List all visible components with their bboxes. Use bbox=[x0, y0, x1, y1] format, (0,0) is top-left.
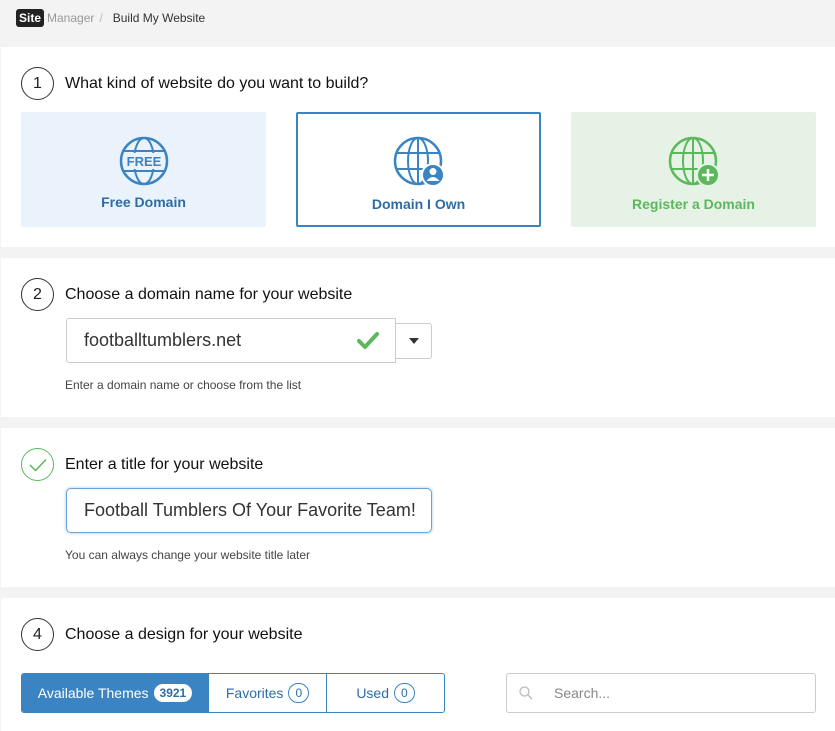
step-header: 4 Choose a design for your website bbox=[21, 618, 302, 651]
free-domain-option[interactable]: FREE Free Domain bbox=[21, 112, 266, 227]
theme-search-input[interactable]: Search... bbox=[506, 673, 816, 713]
theme-tabs: Available Themes 3921 Favorites 0 Used 0 bbox=[21, 673, 445, 713]
breadcrumb: Site Manager / Build My Website bbox=[16, 8, 205, 28]
globe-user-icon bbox=[393, 136, 445, 187]
site-logo[interactable]: Site bbox=[16, 9, 45, 27]
count-badge: 0 bbox=[394, 683, 415, 703]
tab-label: Used bbox=[356, 685, 389, 701]
domain-hint: Enter a domain name or choose from the l… bbox=[65, 378, 302, 392]
globe-plus-icon bbox=[668, 136, 720, 187]
domain-combobox: footballtumblers.net bbox=[66, 318, 432, 363]
domain-dropdown-button[interactable] bbox=[396, 323, 432, 359]
free-globe-icon: FREE bbox=[119, 136, 168, 186]
step-website-title: Enter a title for your website Football … bbox=[1, 428, 835, 587]
search-placeholder: Search... bbox=[554, 685, 611, 701]
title-hint: You can always change your website title… bbox=[65, 548, 311, 562]
step-title: What kind of website do you want to buil… bbox=[65, 74, 369, 92]
count-badge: 0 bbox=[288, 683, 310, 703]
tab-favorites[interactable]: Favorites 0 bbox=[209, 674, 327, 712]
step-number: 1 bbox=[21, 67, 54, 100]
domain-input[interactable]: footballtumblers.net bbox=[66, 318, 396, 363]
step-header: Enter a title for your website bbox=[21, 448, 263, 481]
step-number: 4 bbox=[21, 618, 54, 651]
step-title: Choose a design for your website bbox=[65, 625, 303, 643]
domain-i-own-option[interactable]: Domain I Own bbox=[296, 112, 541, 227]
step-header: 1 What kind of website do you want to bu… bbox=[21, 67, 368, 100]
domain-value: footballtumblers.net bbox=[84, 330, 242, 350]
step-design: 4 Choose a design for your website Avail… bbox=[1, 598, 835, 731]
tab-label: Favorites bbox=[225, 685, 284, 701]
count-badge: 3921 bbox=[153, 684, 193, 702]
svg-text:FREE: FREE bbox=[126, 154, 161, 169]
step-header: 2 Choose a domain name for your website bbox=[21, 278, 352, 311]
step-website-type: 1 What kind of website do you want to bu… bbox=[1, 47, 835, 247]
free-domain-label: Free Domain bbox=[101, 194, 186, 210]
tab-used[interactable]: Used 0 bbox=[327, 674, 444, 712]
step-title: Enter a title for your website bbox=[65, 455, 264, 473]
check-icon bbox=[357, 331, 379, 349]
domain-i-own-label: Domain I Own bbox=[371, 196, 466, 212]
step-domain-name: 2 Choose a domain name for your website … bbox=[1, 258, 835, 417]
caret-down-icon bbox=[408, 338, 419, 344]
checkmark-icon bbox=[28, 458, 47, 472]
search-icon bbox=[519, 686, 533, 700]
website-title-value: Football Tumblers Of Your Favorite Team! bbox=[84, 500, 416, 520]
step-complete-check bbox=[21, 448, 54, 481]
register-domain-option[interactable]: Register a Domain bbox=[571, 112, 816, 227]
manager-logo-text[interactable]: Manager bbox=[47, 11, 94, 25]
register-domain-label: Register a Domain bbox=[632, 196, 755, 212]
website-title-input[interactable]: Football Tumblers Of Your Favorite Team! bbox=[66, 488, 432, 533]
step-title: Choose a domain name for your website bbox=[65, 285, 353, 303]
breadcrumb-separator: / bbox=[99, 11, 103, 25]
tab-label: Available Themes bbox=[37, 685, 149, 701]
step-number: 2 bbox=[21, 278, 54, 311]
tab-available-themes[interactable]: Available Themes 3921 bbox=[22, 674, 209, 712]
breadcrumb-current: Build My Website bbox=[112, 11, 206, 25]
